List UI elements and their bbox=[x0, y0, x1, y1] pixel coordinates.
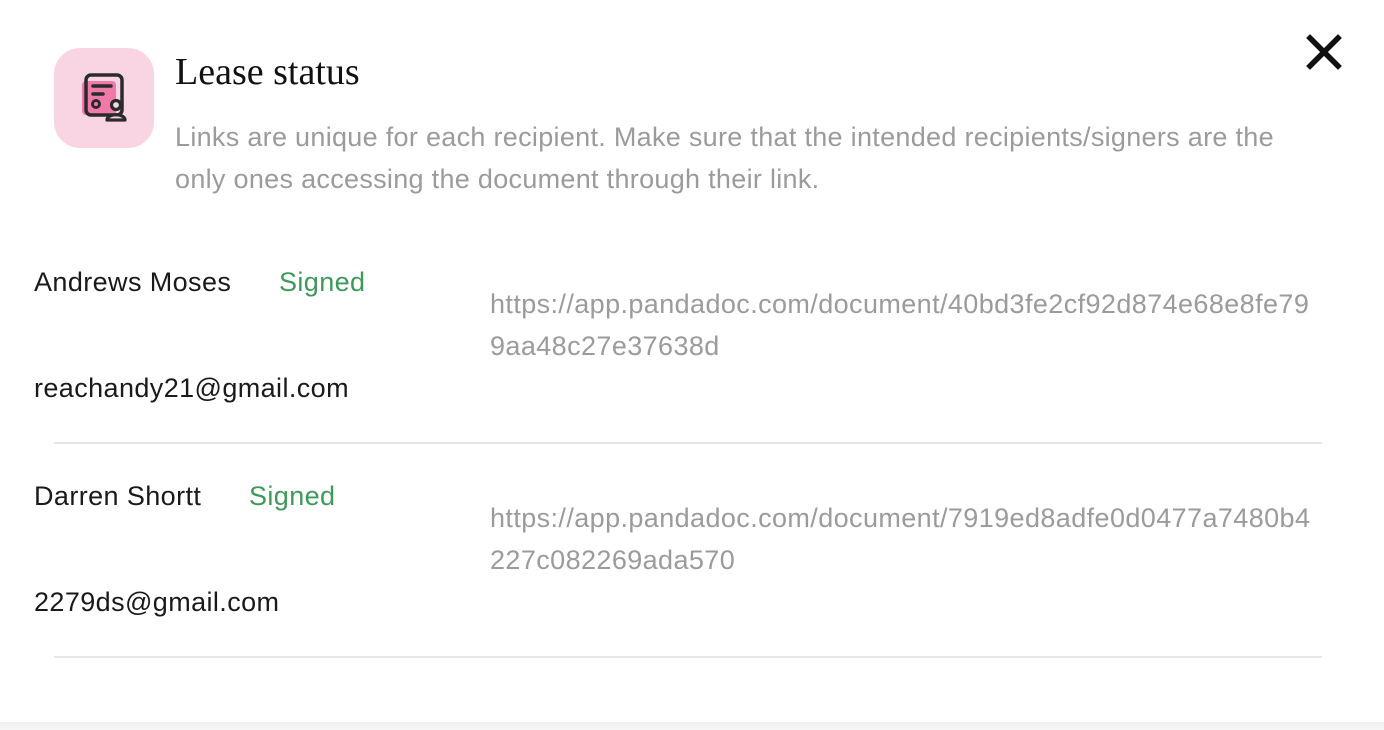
dialog-bottom-edge bbox=[0, 722, 1384, 730]
recipient-name: Andrews Moses bbox=[34, 267, 232, 297]
document-link[interactable]: https://app.pandadoc.com/document/40bd3f… bbox=[490, 283, 1320, 367]
document-link[interactable]: https://app.pandadoc.com/document/7919ed… bbox=[490, 497, 1320, 581]
dialog-subtitle: Links are unique for each recipient. Mak… bbox=[175, 122, 1274, 194]
status-badge: Signed bbox=[249, 481, 336, 511]
divider bbox=[54, 442, 1322, 444]
status-badge: Signed bbox=[279, 267, 366, 297]
lease-status-dialog: Lease status Links are unique for each r… bbox=[0, 0, 1384, 730]
document-person-icon bbox=[54, 48, 154, 148]
dialog-title: Lease status bbox=[175, 51, 360, 93]
recipient-email: 2279ds@gmail.com bbox=[34, 587, 280, 617]
recipient-name: Darren Shortt bbox=[34, 481, 202, 511]
close-icon bbox=[1306, 34, 1342, 70]
close-button[interactable] bbox=[1302, 30, 1346, 74]
recipient-email: reachandy21@gmail.com bbox=[34, 373, 349, 403]
divider bbox=[54, 656, 1322, 658]
